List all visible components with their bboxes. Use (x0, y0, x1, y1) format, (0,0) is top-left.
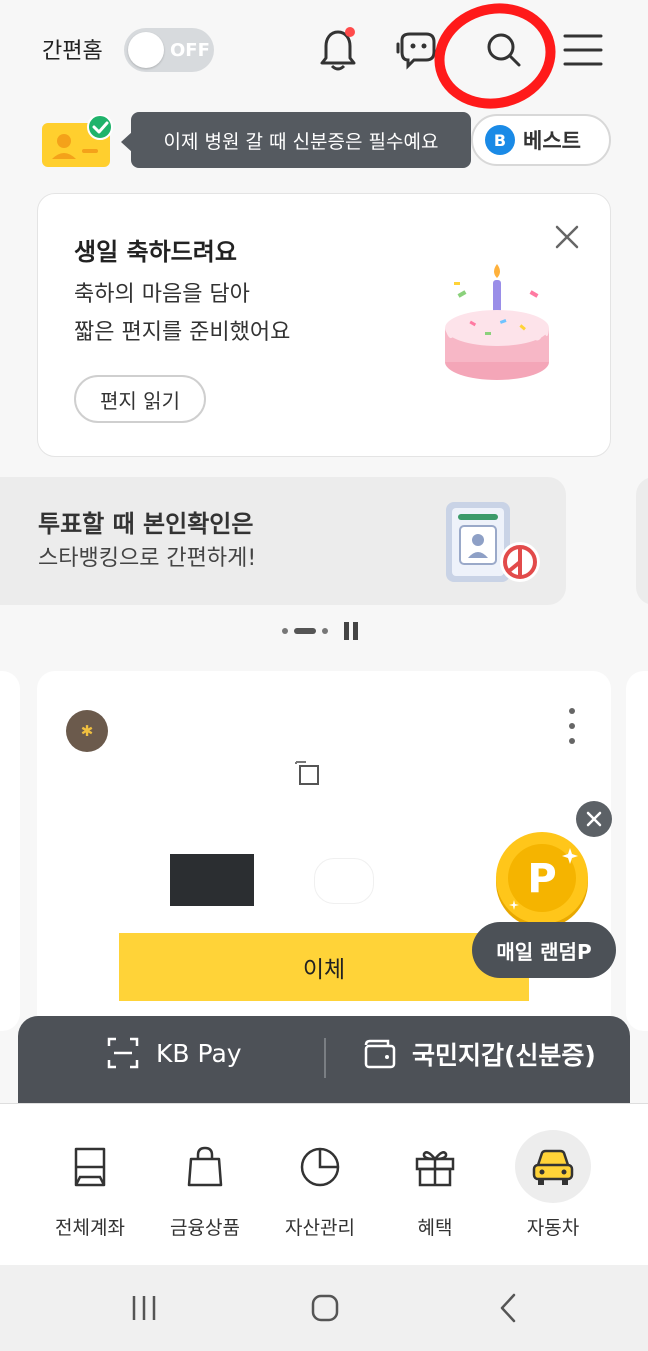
birthday-line-2: 짧은 편지를 준비했어요 (74, 320, 291, 345)
kb-logo-icon: ✱ (66, 710, 108, 752)
best-chip[interactable]: B 베스트 (471, 114, 611, 166)
coin-letter: P (527, 856, 556, 902)
birthday-title: 생일 축하드려요 (74, 238, 237, 266)
wallet-label: 국민지갑(신분증) (412, 1041, 596, 1070)
wallet-button[interactable]: 국민지갑(신분증) (362, 1036, 596, 1072)
home-icon (311, 1294, 339, 1322)
close-icon (555, 225, 579, 249)
chatbot-icon (396, 32, 436, 70)
nav-benefits[interactable]: 혜택 (380, 1130, 490, 1240)
nav-label: 금융상품 (170, 1217, 240, 1239)
id-notice-tooltip[interactable]: 이제 병원 갈 때 신분증은 필수예요 (131, 112, 471, 168)
pause-icon[interactable] (344, 622, 358, 640)
kb-pay-label: KB Pay (156, 1038, 242, 1068)
pager-active-dot (294, 628, 316, 634)
best-label: 베스트 (523, 129, 581, 153)
daily-random-points-label[interactable]: 매일 랜덤P (472, 922, 616, 978)
birthday-line-1: 축하의 마음을 담아 (74, 282, 250, 307)
wallet-icon (364, 1039, 396, 1069)
pay-bar-divider (324, 1038, 326, 1078)
phone-id-vote-icon (446, 502, 540, 582)
more-options-button[interactable] (562, 708, 582, 744)
read-letter-button[interactable]: 편지 읽기 (74, 375, 206, 423)
nav-car[interactable]: 자동차 (498, 1130, 608, 1240)
nav-label: 전체계좌 (55, 1217, 125, 1239)
transfer-button[interactable]: 이체 (119, 933, 529, 1001)
toggle-knob (128, 32, 164, 68)
recent-apps-icon (132, 1296, 156, 1320)
shopping-bag-icon (187, 1146, 223, 1186)
birthday-message: 축하의 마음을 담아 짧은 편지를 준비했어요 (74, 276, 290, 352)
nav-label: 자동차 (526, 1217, 580, 1239)
menu-button[interactable] (558, 25, 608, 75)
banner-pager[interactable] (282, 622, 358, 640)
pie-chart-icon (300, 1147, 340, 1186)
next-account-card-peek[interactable] (626, 671, 648, 1031)
toggle-state-label: OFF (170, 39, 210, 61)
next-banner-peek[interactable] (636, 477, 648, 605)
nav-all-accounts[interactable]: 전체계좌 (35, 1130, 145, 1240)
notification-button[interactable] (313, 25, 363, 75)
nav-label: 혜택 (417, 1217, 453, 1239)
close-birthday-button[interactable] (552, 222, 582, 252)
back-icon (500, 1293, 516, 1323)
pager-dot (282, 628, 288, 634)
account-book-icon (74, 1147, 106, 1186)
vote-banner-title: 투표할 때 본인확인은 (38, 510, 254, 538)
easy-home-toggle[interactable]: OFF (124, 28, 214, 72)
scan-icon (107, 1037, 139, 1069)
birthday-cake-icon (445, 264, 549, 380)
menu-icon (563, 34, 603, 66)
home-button[interactable] (295, 1285, 355, 1331)
nav-asset-management[interactable]: 자산관리 (265, 1130, 375, 1240)
notification-dot (345, 27, 355, 37)
id-card-icon[interactable] (42, 114, 113, 167)
balance-toggle[interactable] (314, 858, 374, 904)
easy-home-label: 간편홈 (42, 39, 103, 64)
close-icon (586, 811, 602, 827)
prev-account-card-peek[interactable] (0, 671, 20, 1031)
vote-banner-subtitle: 스타뱅킹으로 간편하게! (38, 546, 257, 571)
best-badge-icon: B (485, 125, 515, 155)
recent-apps-button[interactable] (114, 1285, 174, 1331)
gift-icon (415, 1150, 455, 1186)
nav-label: 자산관리 (285, 1217, 355, 1239)
kb-pay-button[interactable]: KB Pay (106, 1036, 242, 1070)
pager-dot (322, 628, 328, 634)
points-coin-icon[interactable]: P (492, 830, 592, 930)
redacted-balance (170, 854, 254, 906)
nav-financial-products[interactable]: 금융상품 (150, 1130, 260, 1240)
back-button[interactable] (478, 1285, 538, 1331)
copy-icon[interactable] (286, 760, 322, 788)
car-icon (532, 1149, 574, 1185)
